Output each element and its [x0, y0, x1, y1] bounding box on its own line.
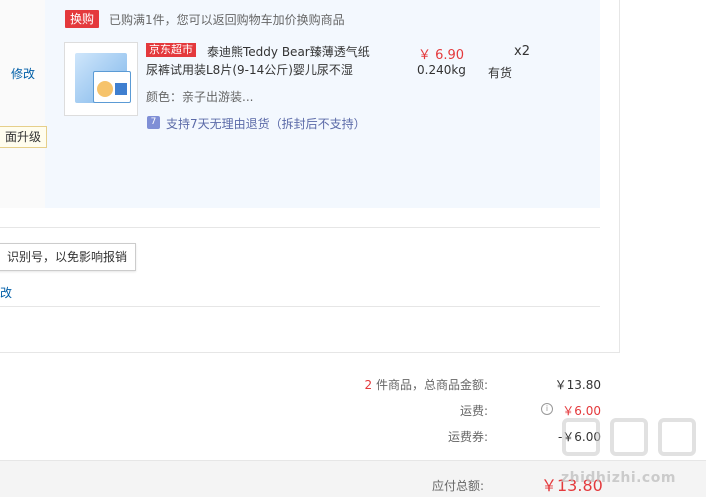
left-column-bg [0, 0, 45, 208]
modify-link[interactable]: 修改 [11, 65, 35, 82]
label-shape [115, 83, 127, 95]
goods-total: ￥13.80 [554, 378, 601, 392]
watermark-glyph [562, 418, 600, 456]
stock-status: 有货 [488, 66, 513, 80]
panel-border [619, 0, 620, 352]
goods-count-text: 件商品，总商品金额: [372, 378, 488, 392]
product-name-line1[interactable]: 泰迪熊Teddy Bear臻薄透气纸 [207, 43, 370, 61]
product-quantity: x2 [514, 44, 530, 59]
divider [0, 306, 600, 307]
shipping-coupon-label: 运费券: [447, 430, 488, 444]
swap-tag: 换购 [65, 10, 100, 28]
goods-count-label: 2 件商品，总商品金额: [188, 376, 489, 393]
payable-label: 应付总额: [432, 479, 485, 493]
store-tag: 京东超市 [146, 43, 196, 57]
swap-note: 已购满1件，您可以返回购物车加价换购商品 [109, 13, 345, 27]
product-image [75, 53, 131, 103]
invoice-tooltip: 识别号，以免影响报销 [0, 243, 137, 271]
bear-shape [97, 81, 113, 97]
watermark-glyph [658, 418, 696, 456]
product-thumbnail[interactable] [64, 42, 138, 116]
divider [0, 227, 600, 228]
product-name-line2[interactable]: 尿裤试用装L8片(9-14公斤)婴儿尿不湿 [146, 61, 353, 79]
shipping-label: 运费: [459, 404, 488, 418]
invoice-tooltip-text: 识别号，以免影响报销 [7, 250, 128, 264]
return-policy-icon: 7 [147, 116, 160, 129]
product-color: 颜色：亲子出游装... [146, 90, 254, 104]
watermark-text: zhidhizhi.com [561, 470, 676, 486]
upgrade-tooltip-text: 面升级 [5, 130, 42, 144]
goods-count: 2 [364, 378, 373, 392]
watermark-glyph [610, 418, 648, 456]
divider [0, 352, 620, 353]
return-policy: 支持7天无理由退货（拆封后不支持） [166, 117, 366, 131]
product-weight: 0.240kg [417, 63, 466, 77]
product-price: ￥ 6.90 [418, 48, 465, 63]
upgrade-tooltip: 面升级 [0, 126, 48, 148]
edit-link[interactable]: 改 [0, 284, 12, 301]
